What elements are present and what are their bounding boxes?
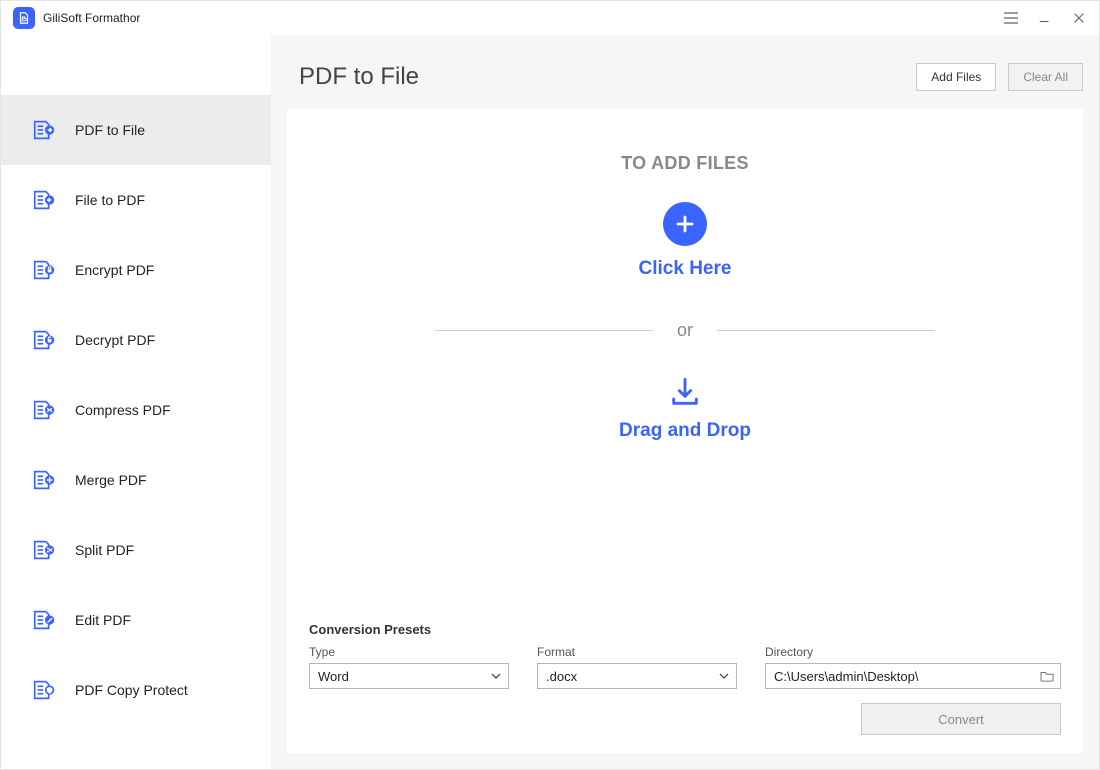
sidebar-item-label: Split PDF — [75, 542, 134, 558]
main-area: PDF to File Add Files Clear All TO ADD F… — [271, 35, 1099, 769]
sidebar-item-merge-pdf[interactable]: Merge PDF — [1, 445, 271, 515]
drop-heading: TO ADD FILES — [621, 153, 749, 174]
format-label: Format — [537, 645, 737, 659]
edit-icon — [31, 608, 57, 632]
minimize-icon[interactable] — [1037, 10, 1053, 26]
sidebar-item-compress-pdf[interactable]: Compress PDF — [1, 375, 271, 445]
hamburger-icon[interactable] — [1003, 10, 1019, 26]
sidebar-item-label: Encrypt PDF — [75, 262, 154, 278]
sidebar-item-label: Compress PDF — [75, 402, 171, 418]
shield-icon — [31, 678, 57, 702]
app-title: GiliSoft Formathor — [43, 11, 140, 25]
drag-and-drop-label: Drag and Drop — [619, 420, 751, 442]
conversion-presets-panel: Conversion Presets Type Word Format .doc… — [287, 608, 1083, 753]
sidebar-item-encrypt-pdf[interactable]: Encrypt PDF — [1, 235, 271, 305]
type-label: Type — [309, 645, 509, 659]
drop-zone[interactable]: TO ADD FILES Click Here or Drag and Drop — [287, 109, 1083, 608]
merge-icon — [31, 468, 57, 492]
sidebar-item-label: Edit PDF — [75, 612, 131, 628]
format-select[interactable]: .docx — [537, 663, 737, 689]
split-icon — [31, 538, 57, 562]
sidebar-item-label: Decrypt PDF — [75, 332, 155, 348]
app-logo — [13, 7, 35, 29]
sidebar-item-label: File to PDF — [75, 192, 145, 208]
sidebar-item-pdf-copy-protect[interactable]: PDF Copy Protect — [1, 655, 271, 725]
sidebar: PDF to File File to PDF Encrypt PDF Decr… — [1, 35, 271, 769]
presets-title: Conversion Presets — [309, 622, 1061, 637]
sidebar-item-decrypt-pdf[interactable]: Decrypt PDF — [1, 305, 271, 375]
page-title: PDF to File — [299, 63, 419, 91]
or-divider: or — [435, 320, 935, 341]
arrow-right-icon — [31, 118, 57, 142]
directory-input[interactable]: C:\Users\admin\Desktop\ — [765, 663, 1061, 689]
title-bar: GiliSoft Formathor — [1, 1, 1099, 35]
compress-icon — [31, 398, 57, 422]
download-icon — [668, 375, 702, 412]
directory-label: Directory — [765, 645, 1061, 659]
click-here-link[interactable]: Click Here — [639, 258, 732, 280]
chevron-down-icon — [490, 670, 502, 682]
convert-button[interactable]: Convert — [861, 703, 1061, 735]
sidebar-item-split-pdf[interactable]: Split PDF — [1, 515, 271, 585]
add-files-button[interactable]: Add Files — [916, 63, 996, 91]
type-select[interactable]: Word — [309, 663, 509, 689]
arrow-left-icon — [31, 188, 57, 212]
folder-icon — [1040, 670, 1054, 682]
add-files-plus-button[interactable] — [663, 202, 707, 246]
sidebar-item-label: PDF Copy Protect — [75, 682, 188, 698]
sidebar-item-file-to-pdf[interactable]: File to PDF — [1, 165, 271, 235]
lock-icon — [31, 258, 57, 282]
clear-all-button[interactable]: Clear All — [1008, 63, 1083, 91]
sidebar-item-edit-pdf[interactable]: Edit PDF — [1, 585, 271, 655]
unlock-icon — [31, 328, 57, 352]
close-icon[interactable] — [1071, 10, 1087, 26]
sidebar-item-pdf-to-file[interactable]: PDF to File — [1, 95, 271, 165]
chevron-down-icon — [718, 670, 730, 682]
sidebar-item-label: Merge PDF — [75, 472, 147, 488]
sidebar-item-label: PDF to File — [75, 122, 145, 138]
